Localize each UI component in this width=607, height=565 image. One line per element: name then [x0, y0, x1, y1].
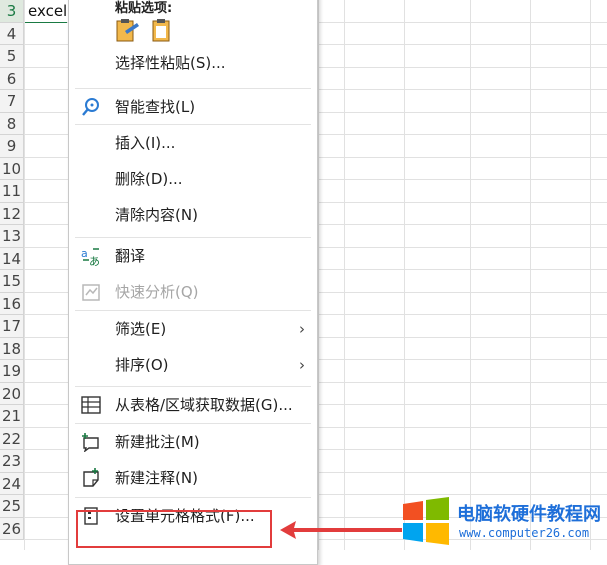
menu-item-item-4[interactable]: 清除内容(N): [69, 198, 317, 232]
column-gridline: [530, 0, 531, 550]
context-menu: 粘贴选项: 选择性粘贴(S)... 智能查找(L) 插入(I)... 删除(D)...…: [68, 0, 318, 565]
row-header-7[interactable]: 7: [0, 90, 24, 113]
column-gridline: [470, 0, 471, 550]
row-header-6[interactable]: 6: [0, 67, 24, 90]
menu-separator: [75, 310, 311, 311]
watermark-url: www.computer26.com: [459, 526, 590, 540]
chevron-right-icon: ›: [299, 356, 305, 374]
menu-separator: [75, 237, 311, 238]
menu-item-label: 智能查找(L): [115, 98, 196, 116]
menu-item-label: 筛选(E): [115, 320, 167, 338]
windows-logo-icon: [403, 497, 449, 545]
row-header-15[interactable]: 15: [0, 270, 24, 293]
paste-icons-group: [116, 19, 170, 42]
row-header-19[interactable]: 19: [0, 360, 24, 383]
row-header-8[interactable]: 8: [0, 112, 24, 135]
menu-item-label: 清除内容(N): [115, 206, 198, 224]
paste-format-icon[interactable]: [116, 19, 139, 42]
quick-analysis-icon: [82, 284, 100, 301]
row-header-25[interactable]: 25: [0, 495, 24, 518]
row-header-22[interactable]: 22: [0, 427, 24, 450]
menu-separator: [75, 497, 311, 498]
row-header-20[interactable]: 20: [0, 382, 24, 405]
row-header-10[interactable]: 10: [0, 157, 24, 180]
row-header-11[interactable]: 11: [0, 180, 24, 203]
row-header-14[interactable]: 14: [0, 247, 24, 270]
menu-separator: [75, 386, 311, 387]
format-cells-highlight: [76, 510, 272, 548]
menu-item-item-8[interactable]: 排序(O) ›: [69, 348, 317, 382]
row-header-23[interactable]: 23: [0, 450, 24, 473]
menu-item-smart-lookup[interactable]: 智能查找(L): [69, 90, 317, 124]
translate-icon: aあ: [81, 247, 100, 266]
row-header-16[interactable]: 16: [0, 292, 24, 315]
watermark: 电脑软硬件教程网 www.computer26.com: [401, 494, 607, 550]
menu-separator: [75, 88, 311, 89]
menu-item-label: 从表格/区域获取数据(G)...: [115, 396, 293, 414]
menu-item-label: 删除(D)...: [115, 170, 183, 188]
row-header-21[interactable]: 21: [0, 405, 24, 428]
menu-item-new-comment[interactable]: 新建批注(M): [69, 425, 317, 459]
row-header-3[interactable]: 3: [0, 0, 24, 23]
menu-item-label: 翻译: [115, 247, 146, 265]
menu-item-translate[interactable]: a あ翻译: [69, 239, 317, 273]
table-range-icon: [81, 396, 101, 414]
new-note-icon: [83, 468, 99, 487]
menu-item-label: 选择性粘贴(S)...: [115, 54, 226, 72]
menu-item-label: 插入(I)...: [115, 134, 176, 152]
menu-item-item-2[interactable]: 插入(I)...: [69, 126, 317, 160]
menu-item-table-range[interactable]: 从表格/区域获取数据(G)...: [69, 388, 317, 422]
row-header-13[interactable]: 13: [0, 225, 24, 248]
cell-a3[interactable]: excel: [25, 0, 68, 23]
column-gridline: [318, 0, 319, 550]
svg-text:あ: あ: [89, 255, 100, 266]
menu-item-label: 新建注释(N): [115, 469, 198, 487]
menu-item-label: 新建批注(M): [115, 433, 200, 451]
menu-separator: [75, 423, 311, 424]
menu-item-item-7[interactable]: 筛选(E) ›: [69, 312, 317, 346]
chevron-right-icon: ›: [299, 320, 305, 338]
paste-icon[interactable]: [152, 19, 170, 42]
column-gridline: [404, 0, 405, 550]
menu-item-label: 快速分析(Q): [115, 283, 199, 301]
row-header-26[interactable]: 26: [0, 517, 24, 540]
row-header-12[interactable]: 12: [0, 202, 24, 225]
row-header-4[interactable]: 4: [0, 22, 24, 45]
menu-item-new-note[interactable]: 新建注释(N): [69, 461, 317, 495]
svg-text:a: a: [81, 247, 88, 260]
smart-lookup-icon: [82, 98, 99, 116]
paste-options-header: 粘贴选项:: [115, 1, 173, 16]
menu-separator: [75, 124, 311, 125]
menu-item-quick-analysis: 快速分析(Q): [69, 275, 317, 309]
pointer-arrow: [280, 521, 402, 539]
row-header-24[interactable]: 24: [0, 472, 24, 495]
row-header-17[interactable]: 17: [0, 315, 24, 338]
row-header-5[interactable]: 5: [0, 45, 24, 68]
menu-item-item-0[interactable]: 选择性粘贴(S)...: [69, 46, 317, 80]
row-header-18[interactable]: 18: [0, 337, 24, 360]
watermark-title: 电脑软硬件教程网: [457, 504, 601, 525]
column-gridline: [344, 0, 345, 550]
column-gridline: [24, 0, 25, 550]
row-header-9[interactable]: 9: [0, 135, 24, 158]
new-comment-icon: [82, 433, 99, 452]
column-gridline: [590, 0, 591, 550]
menu-item-item-3[interactable]: 删除(D)...: [69, 162, 317, 196]
menu-item-label: 排序(O): [115, 356, 169, 374]
